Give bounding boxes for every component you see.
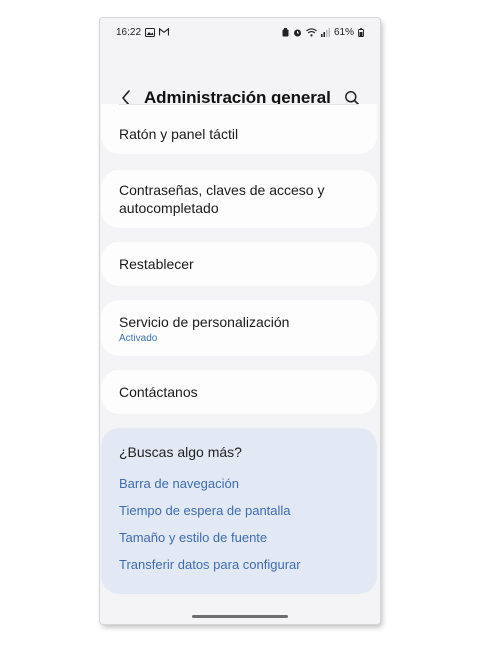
item-title: Restablecer <box>119 256 194 272</box>
looking-for-more-panel: ¿Buscas algo más? Barra de navegación Ti… <box>101 428 377 594</box>
status-time: 16:22 <box>116 26 142 38</box>
item-title: Contáctanos <box>119 384 198 400</box>
gallery-icon <box>145 27 156 37</box>
list-item-contactanos[interactable]: Contáctanos <box>101 370 377 414</box>
signal-icon <box>320 27 330 37</box>
more-panel-title: ¿Buscas algo más? <box>119 444 242 460</box>
link-screen-timeout[interactable]: Tiempo de espera de pantalla <box>119 497 359 524</box>
list-item-personalizacion[interactable]: Servicio de personalización Activado <box>101 300 377 356</box>
battery-saver-icon <box>282 27 289 37</box>
battery-percentage: 61% <box>333 26 354 38</box>
status-bar: 16:22 61% <box>100 18 380 46</box>
status-left: 16:22 <box>116 26 170 38</box>
list-item-raton[interactable]: Ratón y panel táctil <box>101 104 377 154</box>
home-indicator[interactable] <box>192 615 288 618</box>
list-item-restablecer[interactable]: Restablecer <box>101 242 377 286</box>
item-title: Contraseñas, claves de acceso y autocomp… <box>119 182 325 216</box>
battery-icon <box>358 27 364 37</box>
item-status: Activado <box>119 332 158 344</box>
item-title: Ratón y panel táctil <box>119 126 239 142</box>
link-navigation-bar[interactable]: Barra de navegación <box>119 470 359 497</box>
status-right: 61% <box>282 27 364 38</box>
alarm-icon <box>293 28 302 37</box>
link-font-size-style[interactable]: Tamaño y estilo de fuente <box>119 524 359 551</box>
item-title: Servicio de personalización <box>119 313 290 330</box>
divider <box>119 104 359 105</box>
link-transfer-data[interactable]: Transferir datos para configurar <box>119 551 359 578</box>
gmail-icon <box>159 28 170 36</box>
wifi-icon <box>306 27 317 37</box>
list-item-contrasenas[interactable]: Contraseñas, claves de acceso y autocomp… <box>101 170 377 228</box>
phone-screen: 16:22 61% Administración general Ratón y… <box>100 18 380 624</box>
